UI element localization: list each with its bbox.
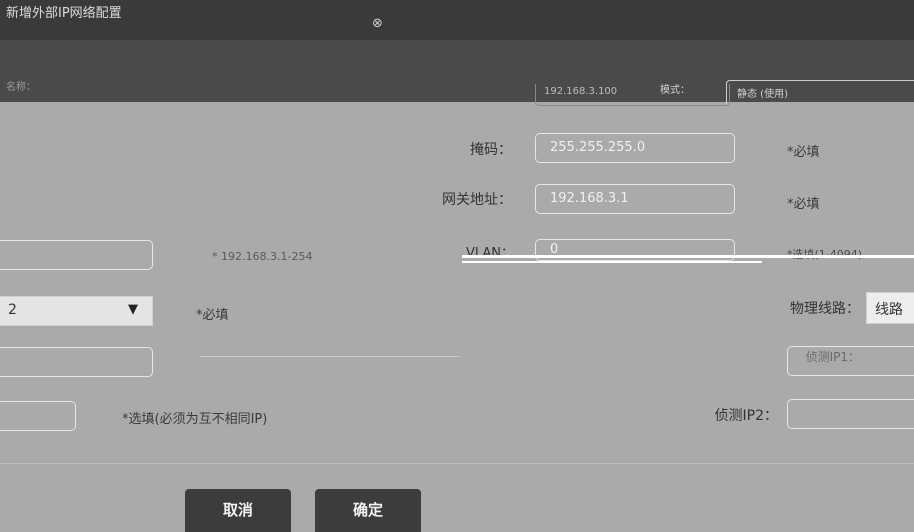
gateway-required-hint: *必填 (787, 197, 820, 212)
render-artifact-line-2 (462, 261, 762, 263)
mask-required-hint: *必填 (787, 145, 820, 160)
mode-label: 模式： (660, 85, 690, 96)
footer-divider (0, 463, 914, 464)
left-row-hint: * 192.168.3.1-254 (212, 250, 313, 263)
probe-ip2-label: 侦测IP2： (714, 408, 778, 424)
interface-select[interactable]: 2 ▼ (0, 296, 153, 326)
vlan-optional-hint: *选填(1-4094) (787, 246, 862, 262)
interface-required-hint: *必填 (196, 308, 229, 323)
mask-label: 掩码： (470, 142, 512, 158)
vlan-label: VLAN： (465, 246, 514, 261)
dropdown-arrow-icon: ▼ (128, 302, 138, 317)
interface-select-value: 2 (8, 302, 17, 318)
probe-ip1-left-input[interactable] (0, 347, 153, 377)
top-field-row: 名称： 192.168.3.100 模式： 静态 (使用) (0, 40, 914, 106)
left-row-input[interactable] (0, 240, 153, 270)
dialog-title: 新增外部IP网络配置 (6, 6, 122, 21)
probe-ip2-input[interactable] (787, 399, 914, 429)
probe-optional-hint: *选填(必须为互不相同IP) (122, 412, 268, 427)
close-icon[interactable]: ⊗ (372, 16, 383, 31)
cancel-button[interactable]: 取消 (185, 489, 291, 532)
physical-line-select[interactable]: 线路 (866, 292, 914, 324)
gateway-label: 网关地址： (442, 192, 512, 208)
confirm-button[interactable]: 确定 (315, 489, 421, 532)
ip-address-input[interactable]: 192.168.3.100 (535, 84, 730, 106)
mode-select[interactable]: 静态 (使用) (726, 80, 914, 104)
render-artifact-line-3 (200, 356, 460, 357)
render-artifact-line (462, 255, 914, 258)
probe-ip1-input[interactable] (787, 346, 914, 376)
mask-input[interactable]: 255.255.255.0 (535, 133, 735, 163)
probe-left-input[interactable] (0, 401, 76, 431)
name-field-label: 名称： (6, 82, 36, 93)
gateway-input[interactable]: 192.168.3.1 (535, 184, 735, 214)
dialog-titlebar: 新增外部IP网络配置 ⊗ (0, 0, 914, 40)
physical-line-label: 物理线路： (790, 301, 860, 317)
